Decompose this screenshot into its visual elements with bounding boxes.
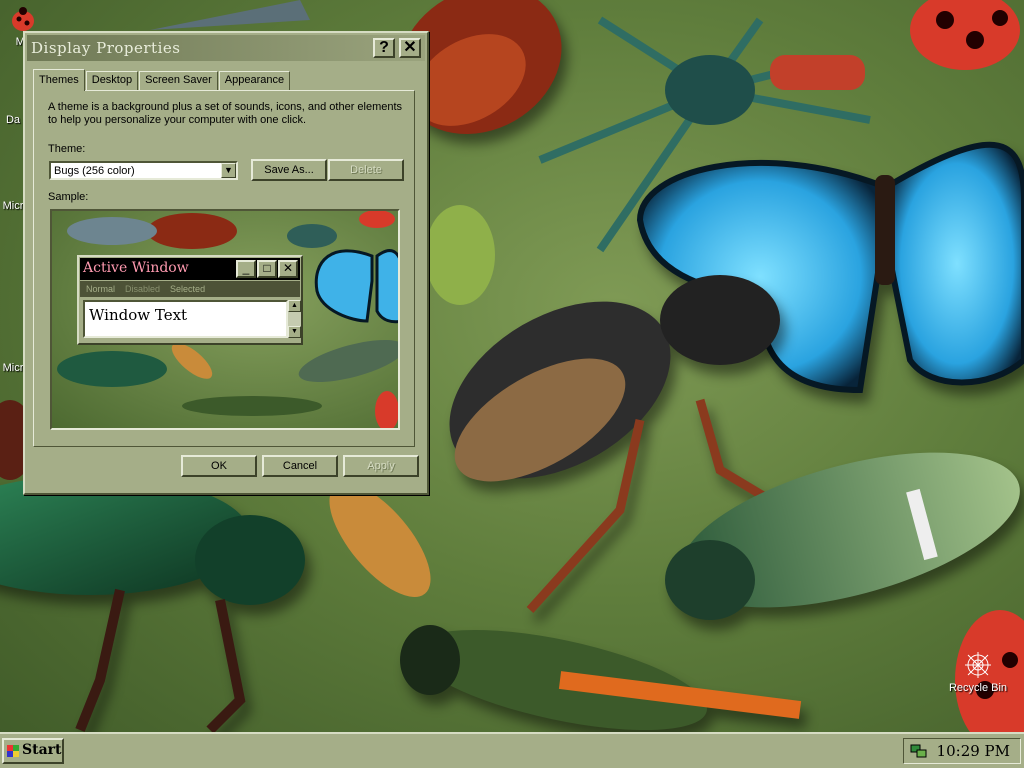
close-button[interactable]: ✕ [399, 38, 421, 58]
help-button[interactable]: ? [373, 38, 395, 58]
spider-abdomen [770, 55, 865, 90]
network-icon[interactable] [910, 743, 928, 759]
scroll-down-icon: ▼ [288, 326, 301, 338]
desktop-icon-recycle-bin[interactable]: Recycle Bin [938, 650, 1018, 694]
tab-screen-saver[interactable]: Screen Saver [139, 71, 218, 91]
sample-window-title: Active Window [83, 260, 189, 276]
spider-body [665, 55, 755, 125]
grasshopper-image [400, 625, 802, 731]
minimize-icon: _ [236, 260, 256, 278]
tab-strip: Themes Desktop Screen Saver Appearance [33, 69, 291, 91]
dialog-title: Display Properties [31, 39, 181, 57]
clock[interactable]: 10:29 PM [937, 742, 1010, 760]
display-properties-dialog: Display Properties ? ✕ Themes Desktop Sc… [23, 31, 429, 495]
system-tray: 10:29 PM [903, 738, 1021, 764]
tab-appearance[interactable]: Appearance [218, 71, 291, 91]
sample-menu-bar: Normal Disabled Selected [80, 281, 300, 297]
sample-menu-selected: Selected [170, 284, 206, 294]
chevron-down-icon[interactable]: ▼ [221, 163, 236, 178]
theme-select[interactable]: Bugs (256 color) ▼ [49, 161, 238, 180]
start-label: Start [22, 742, 62, 758]
web-icon [3, 92, 23, 112]
desktop-icon-label: Recycle Bin [948, 682, 1008, 694]
close-icon: ✕ [278, 260, 298, 278]
maximize-icon: □ [257, 260, 277, 278]
cancel-button[interactable]: Cancel [262, 455, 338, 477]
save-as-button[interactable]: Save As... [251, 159, 327, 181]
themes-panel: A theme is a background plus a set of so… [33, 90, 415, 447]
sample-menu-normal: Normal [86, 284, 116, 294]
windows-logo-icon [7, 745, 19, 757]
desktop-icon-label: Micr [2, 362, 24, 374]
green-beetle-image [425, 205, 495, 305]
taskbar: Start 10:29 PM [0, 732, 1024, 768]
ground-beetle-image [0, 475, 305, 734]
start-button[interactable]: Start [2, 738, 64, 764]
theme-sample-preview: Active Window _ □ ✕ Normal Disabled Sele… [50, 209, 400, 430]
theme-description: A theme is a background plus a set of so… [48, 101, 403, 126]
tab-themes[interactable]: Themes [33, 69, 85, 91]
help-icon: ? [379, 39, 389, 56]
scroll-up-icon: ▲ [288, 300, 301, 312]
tab-desktop[interactable]: Desktop [85, 71, 139, 91]
ladybug-image [910, 0, 1020, 70]
sample-titlebar: Active Window _ □ ✕ [80, 258, 300, 280]
sample-active-window: Active Window _ □ ✕ Normal Disabled Sele… [77, 255, 303, 345]
delete-button[interactable]: Delete [328, 159, 404, 181]
theme-select-value: Bugs (256 color) [54, 165, 135, 177]
wing-image [150, 0, 310, 30]
sample-scrollbar: ▲ ▼ [288, 300, 301, 338]
desktop-icon-label: Micr [2, 200, 24, 212]
ladybug-icon [8, 4, 38, 34]
sample-window-text: Window Text [83, 300, 288, 338]
dialog-titlebar[interactable]: Display Properties ? ✕ [27, 35, 425, 61]
theme-label: Theme: [48, 143, 86, 155]
sample-label: Sample: [48, 191, 89, 203]
sample-menu-disabled: Disabled [125, 284, 161, 294]
spider-web-icon [963, 650, 993, 680]
desktop-icon-label: Da [5, 114, 21, 126]
ok-button[interactable]: OK [181, 455, 257, 477]
apply-button[interactable]: Apply [343, 455, 419, 477]
close-icon: ✕ [403, 39, 417, 56]
